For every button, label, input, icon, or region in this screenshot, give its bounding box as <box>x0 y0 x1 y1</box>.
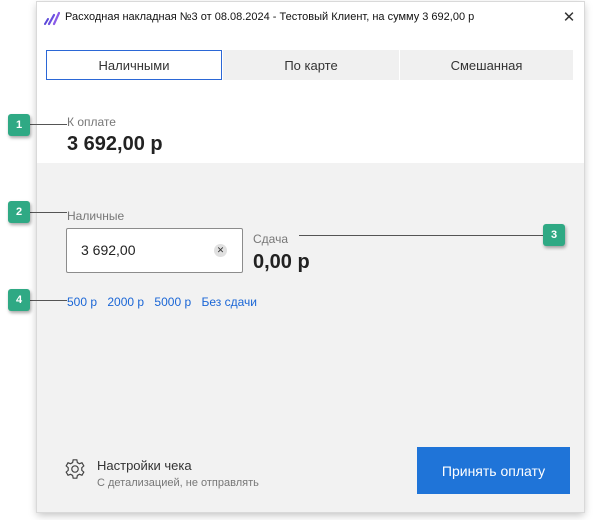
cash-input-box: ✕ <box>66 228 243 273</box>
gear-icon[interactable] <box>64 458 86 480</box>
quick-amounts: 500 р 2000 р 5000 р Без сдачи <box>67 295 264 309</box>
callout-4-leader <box>29 300 67 301</box>
accept-payment-button[interactable]: Принять оплату <box>417 447 570 494</box>
callout-2: 2 <box>8 201 30 223</box>
close-button[interactable]: ✕ <box>554 2 584 32</box>
title-bar: Расходная накладная №3 от 08.08.2024 - Т… <box>37 2 584 34</box>
window-title: Расходная накладная №3 от 08.08.2024 - Т… <box>65 11 475 23</box>
callout-1: 1 <box>8 114 30 136</box>
quick-amount-2000[interactable]: 2000 р <box>107 295 144 309</box>
receipt-settings-title[interactable]: Настройки чека <box>97 458 192 473</box>
callout-3: 3 <box>543 224 565 246</box>
tab-mixed[interactable]: Смешанная <box>400 50 573 80</box>
cash-input[interactable] <box>81 242 206 258</box>
callout-3-leader <box>299 235 543 236</box>
amount-due-label: К оплате <box>67 115 116 129</box>
quick-amount-5000[interactable]: 5000 р <box>154 295 191 309</box>
close-icon: ✕ <box>562 9 576 26</box>
tab-card[interactable]: По карте <box>223 50 399 80</box>
app-logo-icon <box>44 11 60 26</box>
clear-icon[interactable]: ✕ <box>214 244 227 257</box>
quick-amount-500[interactable]: 500 р <box>67 295 97 309</box>
payment-method-tabs: Наличными По карте Смешанная <box>46 50 573 80</box>
callout-1-leader <box>29 124 67 125</box>
change-value: 0,00 р <box>253 251 310 273</box>
tab-cash[interactable]: Наличными <box>46 50 222 80</box>
amount-due-value: 3 692,00 р <box>67 133 163 155</box>
cash-label: Наличные <box>67 209 125 223</box>
callout-2-leader <box>29 212 67 213</box>
change-label: Сдача <box>253 232 289 246</box>
quick-amount-no-change[interactable]: Без сдачи <box>201 295 257 309</box>
receipt-settings-subtitle: С детализацией, не отправлять <box>97 477 259 489</box>
callout-4: 4 <box>8 289 30 311</box>
payment-dialog: Расходная накладная №3 от 08.08.2024 - Т… <box>37 2 584 512</box>
